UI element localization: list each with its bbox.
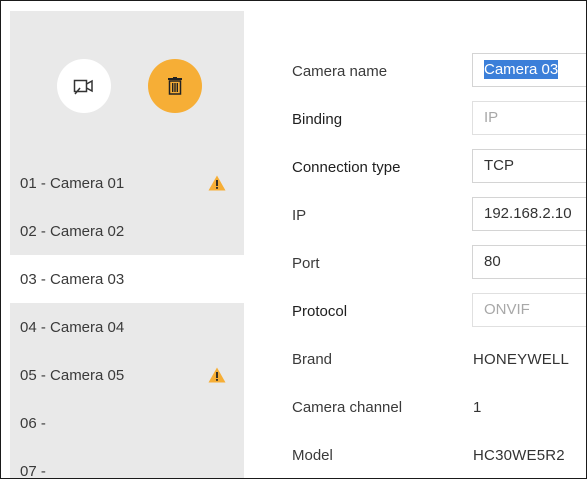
ip-label: IP [292,207,307,224]
camera-list-item[interactable]: 01 - Camera 01 [10,159,244,207]
ip-row: IP 192.168.2.10 [292,191,586,239]
camera-item-label: 04 - Camera 04 [20,318,125,336]
camera-item-label: 02 - Camera 02 [20,222,125,240]
brand-value: HONEYWELL [473,351,569,368]
camera-sidebar: 01 - Camera 01 02 - Camera 02 03 - Camer… [10,11,244,478]
port-label: Port [292,255,320,272]
warning-icon [208,367,226,383]
binding-row: Binding IP [292,95,586,143]
camera-channel-row: Camera channel 1 [292,383,586,431]
camera-channel-value: 1 [473,399,482,416]
camera-list-item[interactable]: 05 - Camera 05 [10,351,244,399]
camera-name-label: Camera name [292,63,388,80]
camera-item-label: 07 - [20,462,46,479]
binding-select: IP [472,101,586,135]
delete-camera-button[interactable] [148,59,202,113]
camera-list-item[interactable]: 04 - Camera 04 [10,303,244,351]
connection-type-select[interactable]: TCP [472,149,586,183]
connection-type-row: Connection type TCP [292,143,586,191]
port-row: Port 80 [292,239,586,287]
camera-item-label: 05 - Camera 05 [20,366,125,384]
model-row: Model HC30WE5R2 [292,431,586,478]
ip-input[interactable]: 192.168.2.10 [472,197,586,231]
camera-list-item-selected[interactable]: 03 - Camera 03 [10,255,244,303]
camera-item-label: 01 - Camera 01 [20,174,125,192]
camera-list: 01 - Camera 01 02 - Camera 02 03 - Camer… [10,159,244,478]
camera-add-icon [73,79,93,95]
protocol-label: Protocol [292,303,348,320]
add-camera-button[interactable] [57,59,111,113]
camera-list-item[interactable]: 02 - Camera 02 [10,207,244,255]
warning-icon [208,175,226,191]
brand-label: Brand [292,351,333,368]
binding-label: Binding [292,111,343,128]
camera-list-item[interactable]: 07 - [10,447,244,479]
protocol-row: Protocol ONVIF [292,287,586,335]
connection-type-label: Connection type [292,159,401,176]
port-input[interactable]: 80 [472,245,586,279]
trash-icon [168,77,182,95]
camera-item-label: 03 - Camera 03 [20,270,125,288]
camera-name-row: Camera name Camera 03 [292,47,586,95]
brand-row: Brand HONEYWELL [292,335,586,383]
camera-name-value: Camera 03 [484,60,559,79]
camera-item-label: 06 - [20,414,46,432]
camera-channel-label: Camera channel [292,399,403,416]
camera-name-input[interactable]: Camera 03 [472,53,586,87]
protocol-select: ONVIF [472,293,586,327]
camera-config-window: 01 - Camera 01 02 - Camera 02 03 - Camer… [0,0,587,479]
model-label: Model [292,447,333,464]
camera-list-item[interactable]: 06 - [10,399,244,447]
model-value: HC30WE5R2 [473,447,565,464]
